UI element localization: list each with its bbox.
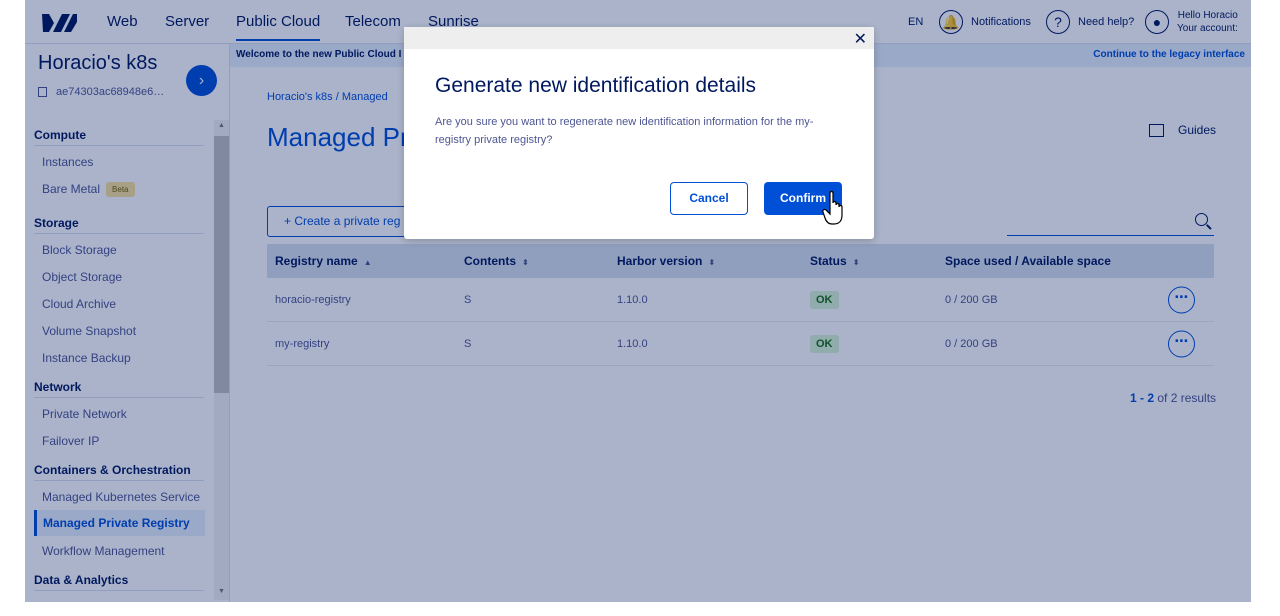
dialog-message: Are you sure you want to regenerate new … [435, 116, 814, 146]
cancel-button[interactable]: Cancel [670, 182, 748, 215]
regenerate-dialog: ✕ Generate new identification details Ar… [404, 27, 874, 239]
dialog-header-bar: ✕ [404, 27, 874, 49]
hand-cursor-icon [822, 190, 843, 225]
dialog-title: Generate new identification details [435, 74, 757, 97]
close-icon[interactable]: ✕ [854, 29, 867, 49]
